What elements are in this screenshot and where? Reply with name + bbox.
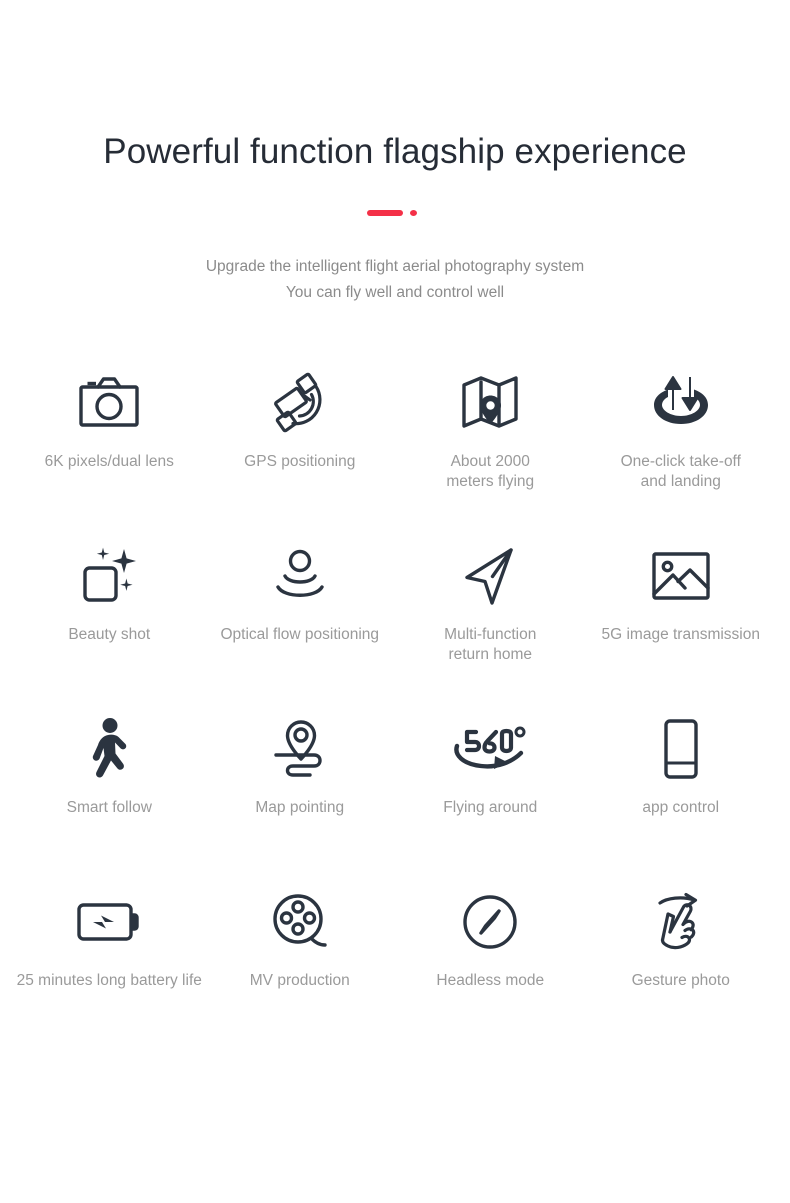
takeoff-landing-icon [650,370,712,436]
hand-gesture-icon [652,889,710,955]
map-route-pin-icon [271,716,329,782]
image-photo-icon [651,543,711,609]
feature-label: Map pointing [255,799,345,816]
feature-label: Beauty shot [68,626,151,643]
feature-item-beauty-shot: Beauty shot [14,543,205,688]
feature-label: About 2000 meters flying [446,453,535,490]
subtitle-line-1: Upgrade the intelligent flight aerial ph… [205,258,585,275]
camera-icon [78,370,140,436]
walking-person-icon [84,716,134,782]
feature-item-return-home: Multi-function return home [395,543,586,688]
title-divider [367,209,423,217]
smartphone-icon [661,716,701,782]
feature-label: 5G image transmission [601,626,760,643]
optical-flow-icon [271,543,329,609]
feature-item-optical-flow: Optical flow positioning [205,543,396,688]
rotate-360-icon [451,716,529,782]
map-pin-icon [460,370,520,436]
feature-item-map-pointing: Map pointing [205,716,396,861]
film-reel-icon [271,889,329,955]
feature-item-mv-production: MV production [205,889,396,1034]
feature-item-range: About 2000 meters flying [395,370,586,515]
feature-label: app control [642,799,720,816]
page-subtitle: Upgrade the intelligent flight aerial ph… [0,254,790,306]
feature-label: Gesture photo [631,972,730,989]
page-title: Powerful function flagship experience [103,132,687,171]
feature-item-image-transmission: 5G image transmission [586,543,777,688]
feature-label: 25 minutes long battery life [16,972,202,989]
page-header: Powerful function flagship experience Up… [0,0,790,306]
feature-item-gesture-photo: Gesture photo [586,889,777,1034]
feature-item-app-control: app control [586,716,777,861]
feature-label: GPS positioning [244,453,356,470]
feature-showcase-page: Powerful function flagship experience Up… [0,0,790,1203]
feature-label: One-click take-off and landing [620,453,741,490]
feature-item-flying-around: Flying around [395,716,586,861]
feature-label: 6K pixels/dual lens [44,453,174,470]
sparkle-square-icon [78,543,140,609]
battery-charge-icon [76,889,142,955]
feature-item-gps: GPS positioning [205,370,396,515]
feature-item-headless-mode: Headless mode [395,889,586,1034]
feature-item-camera: 6K pixels/dual lens [14,370,205,515]
feature-label: Flying around [443,799,538,816]
satellite-gps-icon [269,370,331,436]
navigation-arrow-icon [461,543,519,609]
compass-icon [461,889,519,955]
feature-label: Optical flow positioning [220,626,380,643]
feature-grid: 6K pixels/dual lens GPS positioning Abou… [0,370,790,1034]
feature-item-takeoff: One-click take-off and landing [586,370,777,515]
feature-item-smart-follow: Smart follow [14,716,205,861]
feature-label: MV production [249,972,350,989]
feature-label: Multi-function return home [444,626,537,663]
divider-bar-icon [367,210,403,216]
feature-label: Smart follow [66,799,152,816]
feature-item-battery: 25 minutes long battery life [14,889,205,1034]
subtitle-line-2: You can fly well and control well [285,284,505,301]
divider-dot-icon [410,210,417,216]
feature-label: Headless mode [436,972,545,989]
